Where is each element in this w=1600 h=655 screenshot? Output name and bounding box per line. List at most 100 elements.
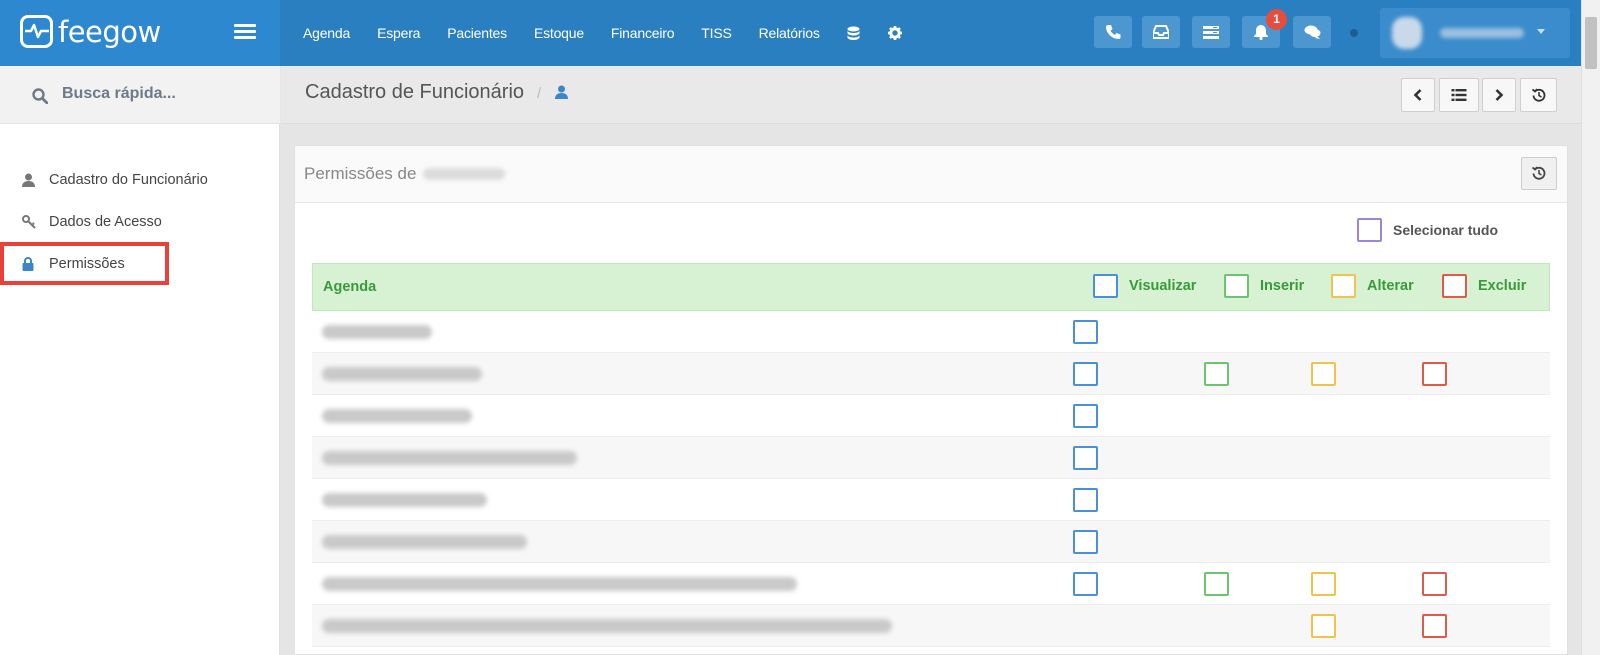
table-row [312, 437, 1550, 479]
sidebar-item-dados-acesso[interactable]: Dados de Acesso [10, 207, 266, 237]
column-label: Visualizar [1129, 278, 1197, 294]
bell-icon [1254, 25, 1268, 40]
alterar-checkbox[interactable] [1311, 614, 1336, 638]
logo-icon [20, 15, 53, 48]
row-label [322, 367, 482, 381]
excluir-checkbox[interactable] [1422, 614, 1447, 638]
select-all-checkbox[interactable] [1357, 218, 1382, 242]
table-row [312, 311, 1550, 353]
employee-name [423, 168, 505, 180]
history-button[interactable] [1521, 157, 1557, 190]
row-label [322, 451, 577, 465]
history-icon [1532, 166, 1546, 180]
panel-header: Permissões de [295, 146, 1567, 203]
excluir-checkbox[interactable] [1422, 362, 1447, 386]
row-label [322, 493, 487, 507]
page-title: Cadastro de Funcionário [305, 81, 525, 103]
excluir-checkbox[interactable] [1422, 572, 1447, 596]
nav-agenda[interactable]: Agenda [303, 25, 350, 41]
gear-icon[interactable] [887, 26, 902, 40]
nav-tiss[interactable]: TISS [701, 25, 732, 41]
history-icon [1531, 88, 1545, 102]
list-button[interactable] [1439, 78, 1479, 112]
history-button[interactable] [1520, 78, 1557, 112]
inserir-all-checkbox[interactable] [1224, 274, 1249, 298]
database-icon[interactable] [847, 26, 861, 40]
nav-espera[interactable]: Espera [377, 25, 420, 41]
avatar [1392, 17, 1422, 49]
chat-icon [1304, 25, 1321, 39]
row-label [322, 619, 892, 633]
chat-button[interactable] [1293, 16, 1331, 48]
table-row [312, 563, 1550, 605]
table-header: Agenda Visualizar Inserir Alterar Exclui… [312, 263, 1550, 311]
inbox-icon [1153, 25, 1169, 39]
page-scrollbar[interactable] [1581, 0, 1600, 655]
alterar-checkbox[interactable] [1311, 362, 1336, 386]
chevron-left-icon [1413, 89, 1422, 101]
row-label [322, 577, 797, 591]
previous-button[interactable] [1401, 78, 1435, 112]
section-title: Agenda [323, 279, 377, 295]
hamburger-menu-icon[interactable] [234, 24, 256, 42]
chevron-right-icon [1495, 89, 1504, 101]
user-icon [555, 85, 568, 99]
visualizar-checkbox[interactable] [1073, 446, 1098, 470]
nav-relatorios[interactable]: Relatórios [759, 25, 820, 41]
user-menu[interactable] [1380, 8, 1570, 58]
online-status-dot [1350, 29, 1358, 37]
sidebar-item-label: Cadastro do Funcionário [49, 172, 208, 188]
breadcrumb-separator: / [537, 85, 542, 102]
visualizar-checkbox[interactable] [1073, 530, 1098, 554]
inserir-checkbox[interactable] [1204, 572, 1229, 596]
column-label: Excluir [1478, 278, 1527, 294]
alterar-checkbox[interactable] [1311, 572, 1336, 596]
next-button[interactable] [1482, 78, 1516, 112]
visualizar-checkbox[interactable] [1073, 320, 1098, 344]
select-all-label: Selecionar tudo [1393, 222, 1499, 238]
table-row [312, 479, 1550, 521]
quick-search [0, 66, 280, 124]
visualizar-checkbox[interactable] [1073, 404, 1098, 428]
nav-pacientes[interactable]: Pacientes [447, 25, 507, 41]
nav-estoque[interactable]: Estoque [534, 25, 584, 41]
main-nav: Agenda Espera Pacientes Estoque Financei… [303, 0, 929, 66]
sidebar: Cadastro do Funcionário Dados de Acesso … [0, 66, 280, 655]
panel-title: Permissões de [304, 164, 417, 183]
visualizar-checkbox[interactable] [1073, 488, 1098, 512]
table-row [312, 395, 1550, 437]
table-row [312, 605, 1550, 647]
visualizar-all-checkbox[interactable] [1093, 274, 1118, 298]
nav-financeiro[interactable]: Financeiro [611, 25, 675, 41]
panel-button[interactable] [1192, 16, 1230, 48]
chevron-down-icon [1537, 29, 1545, 34]
key-icon [22, 215, 36, 229]
visualizar-checkbox[interactable] [1073, 572, 1098, 596]
excluir-all-checkbox[interactable] [1442, 274, 1467, 298]
table-row [312, 521, 1550, 563]
alterar-all-checkbox[interactable] [1331, 274, 1356, 298]
scrollbar-thumb[interactable] [1585, 17, 1597, 69]
user-icon [22, 173, 35, 187]
inbox-button[interactable] [1142, 16, 1180, 48]
search-icon [32, 88, 48, 104]
highlight-annotation [0, 242, 169, 285]
visualizar-checkbox[interactable] [1073, 362, 1098, 386]
search-input[interactable] [62, 85, 262, 103]
list-icon [1451, 89, 1467, 101]
permissions-panel: Permissões de Selecionar tudo Agenda Vis… [294, 145, 1568, 655]
panel-icon [1203, 26, 1219, 39]
top-navbar: feegow Agenda Espera Pacientes Estoque F… [0, 0, 1600, 66]
column-label: Alterar [1367, 278, 1414, 294]
brand-area: feegow [0, 0, 280, 66]
column-label: Inserir [1260, 278, 1305, 294]
brand-name: feegow [58, 15, 161, 49]
row-label [322, 325, 432, 339]
notification-badge: 1 [1266, 9, 1287, 30]
sidebar-item-cadastro[interactable]: Cadastro do Funcionário [10, 165, 266, 195]
inserir-checkbox[interactable] [1204, 362, 1229, 386]
table-row [312, 353, 1550, 395]
row-label [322, 409, 472, 423]
phone-icon [1106, 25, 1121, 39]
phone-button[interactable] [1094, 16, 1132, 48]
